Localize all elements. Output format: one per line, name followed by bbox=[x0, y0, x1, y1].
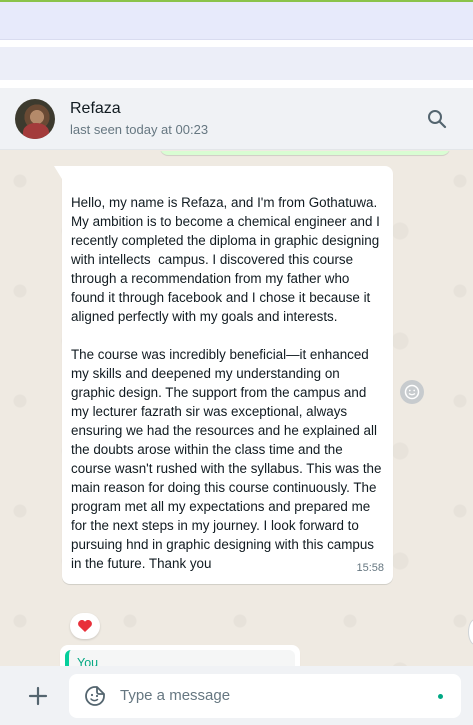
chat-header[interactable]: Refaza last seen today at 00:23 bbox=[0, 88, 473, 150]
message-text: Hello, my name is Refaza, and I'm from G… bbox=[71, 195, 382, 571]
heart-icon bbox=[78, 620, 92, 632]
avatar[interactable] bbox=[15, 98, 55, 139]
banner-gap bbox=[0, 40, 473, 47]
plus-icon bbox=[28, 686, 48, 705]
react-button[interactable] bbox=[400, 380, 424, 404]
banner-gap-2 bbox=[0, 80, 473, 88]
status-dot bbox=[438, 693, 443, 699]
heart-reaction[interactable] bbox=[70, 613, 100, 639]
chat-area[interactable]: Hello, my name is Refaza, and I'm from G… bbox=[0, 151, 473, 666]
search-button[interactable] bbox=[425, 107, 449, 131]
quoted-author: You bbox=[77, 656, 99, 666]
smiley-icon bbox=[404, 384, 420, 400]
attach-button[interactable] bbox=[18, 676, 58, 716]
message-input-container[interactable] bbox=[69, 673, 461, 718]
scroll-control[interactable] bbox=[468, 619, 473, 645]
message-composer bbox=[0, 666, 473, 725]
contact-name: Refaza bbox=[70, 99, 121, 117]
quoted-message-bubble[interactable]: You bbox=[60, 645, 300, 666]
last-seen-status: last seen today at 00:23 bbox=[70, 121, 209, 137]
search-icon bbox=[428, 109, 447, 128]
incoming-message-bubble[interactable]: Hello, my name is Refaza, and I'm from G… bbox=[54, 166, 393, 584]
top-banner bbox=[0, 2, 473, 40]
sticker-icon bbox=[85, 685, 105, 706]
secondary-banner bbox=[0, 47, 473, 80]
emoji-button[interactable] bbox=[82, 683, 108, 709]
previous-message-edge bbox=[160, 151, 450, 155]
quoted-reply: You bbox=[65, 650, 295, 666]
message-input[interactable] bbox=[120, 687, 420, 704]
contact-info[interactable]: Refaza last seen today at 00:23 bbox=[70, 99, 425, 139]
